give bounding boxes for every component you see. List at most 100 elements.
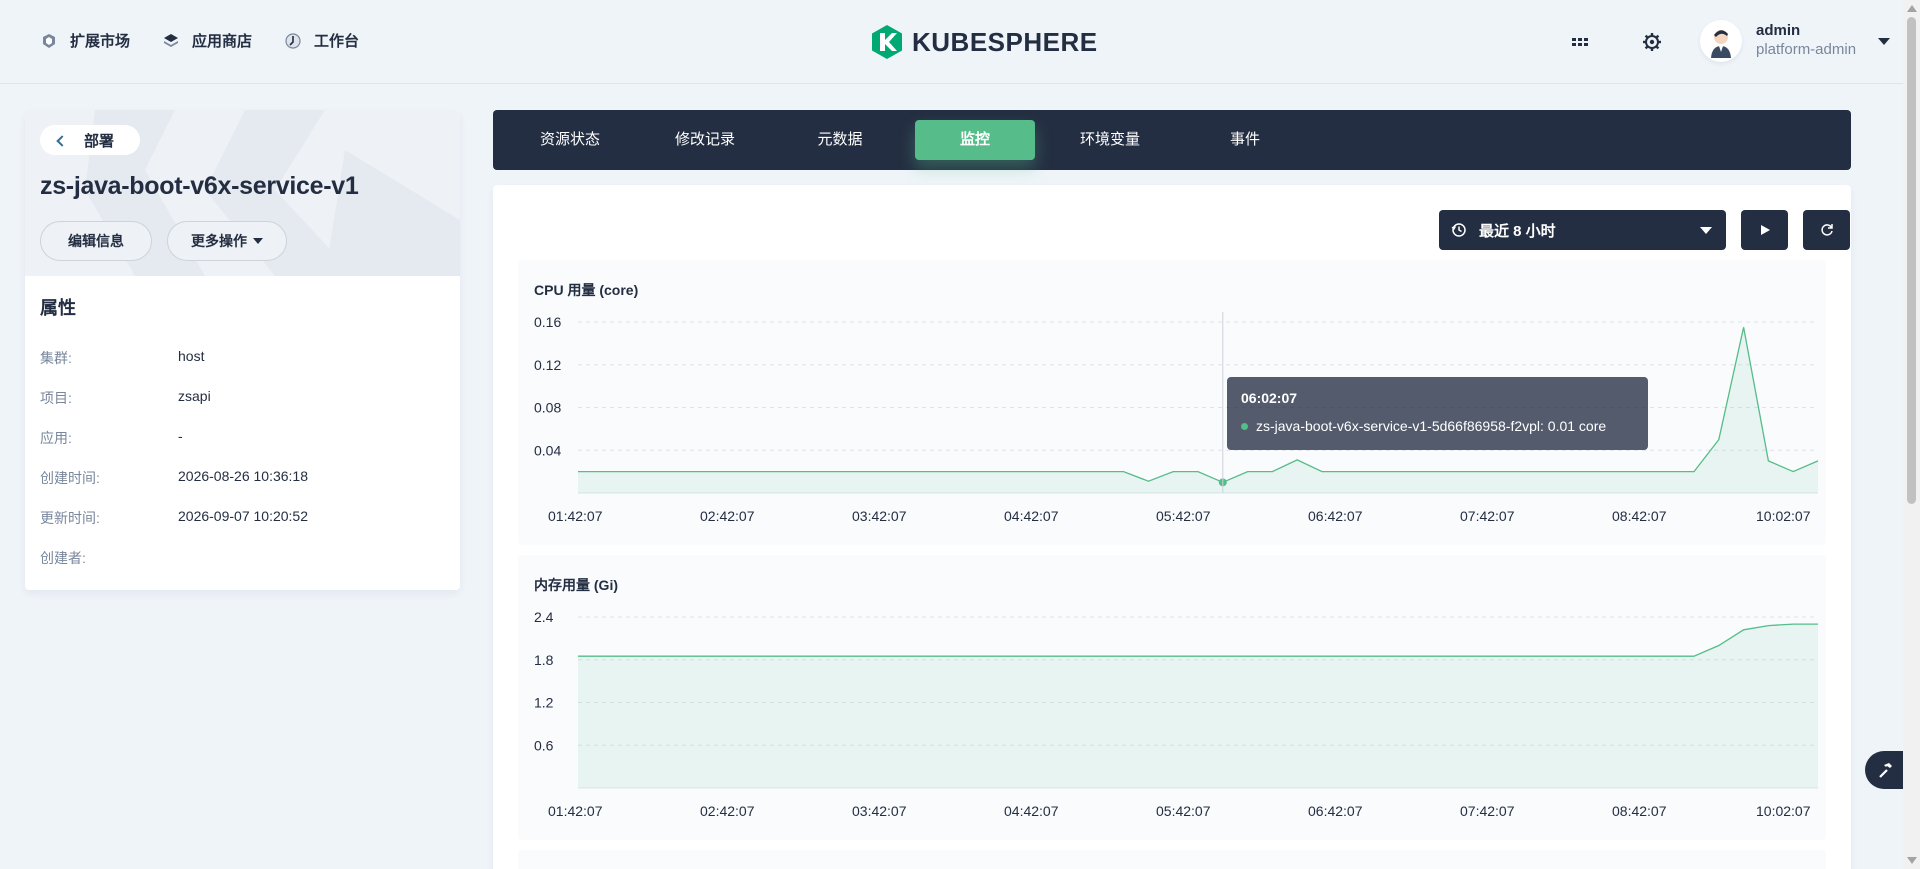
chevron-left-icon: [56, 134, 68, 147]
x-tick-label: 08:42:07: [1612, 508, 1667, 524]
tab-revision-records[interactable]: 修改记录: [645, 120, 765, 160]
scroll-thumb[interactable]: [1907, 17, 1916, 504]
kubesphere-logo[interactable]: KUBESPHERE: [870, 24, 1098, 60]
avatar: [1700, 20, 1742, 62]
x-tick-label: 10:02:07: [1756, 508, 1811, 524]
play-button[interactable]: [1741, 210, 1788, 250]
y-tick-label: 1.8: [534, 652, 554, 668]
chevron-down-icon: [1878, 37, 1891, 45]
x-tick-label: 10:02:07: [1756, 803, 1811, 819]
y-tick-label: 0.04: [534, 442, 561, 458]
page-title: zs-java-boot-v6x-service-v1: [40, 172, 359, 200]
tab-resource-status[interactable]: 资源状态: [510, 120, 630, 160]
nav-app-store[interactable]: 应用商店: [162, 30, 252, 51]
hammer-icon: [1879, 763, 1892, 778]
property-key: 创建者:: [40, 550, 86, 566]
app-store-icon: [164, 33, 179, 47]
x-tick-label: 01:42:07: [548, 508, 603, 524]
x-tick-label: 01:42:07: [548, 803, 603, 819]
series-dot-icon: [1241, 422, 1248, 430]
edit-info-button[interactable]: 编辑信息: [40, 221, 152, 261]
x-tick-label: 02:42:07: [700, 803, 755, 819]
detail-tabs: 资源状态 修改记录 元数据 监控 环境变量 事件: [493, 110, 1851, 170]
x-tick-label: 08:42:07: [1612, 803, 1667, 819]
y-tick-label: 0.6: [534, 737, 554, 753]
tooltip-time: 06:02:07: [1241, 390, 1298, 406]
workbench-icon: [285, 32, 301, 49]
property-key: 应用:: [40, 430, 72, 446]
tab-monitoring[interactable]: 监控: [915, 120, 1035, 160]
y-tick-label: 0.12: [534, 357, 561, 373]
user-role: platform-admin: [1756, 41, 1857, 58]
y-tick-label: 1.2: [534, 695, 554, 711]
nav-extensions[interactable]: 扩展市场: [40, 30, 130, 51]
x-tick-label: 05:42:07: [1156, 508, 1211, 524]
caret-down-icon: [253, 238, 263, 244]
x-tick-label: 04:42:07: [1004, 508, 1059, 524]
memory-usage-plot[interactable]: 2.4 1.8 1.2 0.6 01:42:07 02:42:07 03:42:07 04:4…: [518, 555, 1826, 840]
x-tick-label: 07:42:07: [1460, 803, 1515, 819]
history-clock-icon: [1451, 223, 1466, 237]
property-value: host: [178, 348, 205, 364]
x-tick-label: 07:42:07: [1460, 508, 1515, 524]
x-tick-label: 04:42:07: [1004, 803, 1059, 819]
x-tick-label: 02:42:07: [700, 508, 755, 524]
tooltip-text: zs-java-boot-v6x-service-v1-5d66f86958-f…: [1256, 418, 1607, 434]
property-key: 集群:: [40, 350, 72, 366]
property-key: 更新时间:: [40, 510, 100, 526]
x-tick-label: 03:42:07: [852, 508, 907, 524]
page-scrollbar[interactable]: [1903, 0, 1920, 869]
user-name: admin: [1756, 22, 1801, 39]
logo-text: KUBESPHERE: [912, 26, 1098, 57]
y-tick-label: 0.08: [534, 400, 561, 416]
property-key: 创建时间:: [40, 470, 100, 486]
nav-workbench-label: 工作台: [314, 33, 360, 50]
user-avatar-icon: [1711, 30, 1731, 58]
user-info: admin platform-admin: [1756, 22, 1856, 60]
top-header: 扩展市场 应用商店 工作台 KUBESPHERE admin platform-…: [0, 0, 1920, 84]
monitoring-panel: 最近 8 小时 CPU 用量 (core) 0.16 0.12 0.08 0.04 01…: [493, 185, 1851, 869]
extensions-icon: [43, 33, 55, 48]
scroll-up-icon[interactable]: [1907, 5, 1917, 12]
x-tick-label: 06:42:07: [1308, 508, 1363, 524]
nav-workbench[interactable]: 工作台: [284, 30, 359, 51]
tab-metadata[interactable]: 元数据: [780, 120, 900, 160]
property-key: 项目:: [40, 390, 72, 406]
nav-extensions-label: 扩展市场: [70, 33, 131, 50]
x-tick-label: 05:42:07: [1156, 803, 1211, 819]
gear-icon[interactable]: [1641, 31, 1663, 53]
y-tick-label: 2.4: [534, 609, 554, 625]
next-chart-container: [518, 850, 1826, 869]
back-label: 部署: [84, 132, 115, 150]
more-actions-button[interactable]: 更多操作: [167, 221, 287, 261]
chart-tooltip: 06:02:07 zs-java-boot-v6x-service-v1-5d6…: [1227, 377, 1648, 450]
edit-info-label: 编辑信息: [68, 233, 124, 249]
top-navigation: 扩展市场 应用商店 工作台: [40, 30, 359, 51]
x-tick-label: 03:42:07: [852, 803, 907, 819]
properties-title: 属性: [40, 298, 76, 318]
tab-events[interactable]: 事件: [1185, 120, 1305, 160]
series-area: [578, 624, 1818, 788]
back-button[interactable]: 部署: [40, 125, 141, 155]
refresh-icon: [1820, 224, 1833, 236]
memory-usage-chart: 内存用量 (Gi) 2.4 1.8 1.2 0.6 01:42:07 02:42:07 03…: [518, 555, 1826, 840]
time-range-label: 最近 8 小时: [1479, 222, 1556, 240]
refresh-button[interactable]: [1803, 210, 1850, 250]
apps-grid-icon[interactable]: [1569, 31, 1591, 53]
more-actions-label: 更多操作: [191, 233, 247, 249]
scroll-down-icon[interactable]: [1907, 857, 1917, 864]
property-value: -: [178, 428, 183, 444]
toolbox-button[interactable]: [1865, 751, 1905, 789]
tooltip-series-line: zs-java-boot-v6x-service-v1-5d66f86958-f…: [1241, 418, 1634, 434]
property-value: zsapi: [178, 388, 211, 404]
y-tick-label: 0.16: [534, 314, 561, 330]
resource-header: 部署 zs-java-boot-v6x-service-v1 编辑信息 更多操作: [25, 110, 460, 276]
play-icon: [1760, 225, 1770, 235]
property-value: 2026-08-26 10:36:18: [178, 468, 308, 484]
nav-app-store-label: 应用商店: [192, 33, 253, 50]
series-line: [578, 623, 1818, 657]
user-menu[interactable]: admin platform-admin: [1700, 20, 1891, 62]
tab-environment-variables[interactable]: 环境变量: [1050, 120, 1170, 160]
time-range-select[interactable]: 最近 8 小时: [1439, 210, 1726, 250]
chevron-down-icon: [1700, 227, 1712, 234]
